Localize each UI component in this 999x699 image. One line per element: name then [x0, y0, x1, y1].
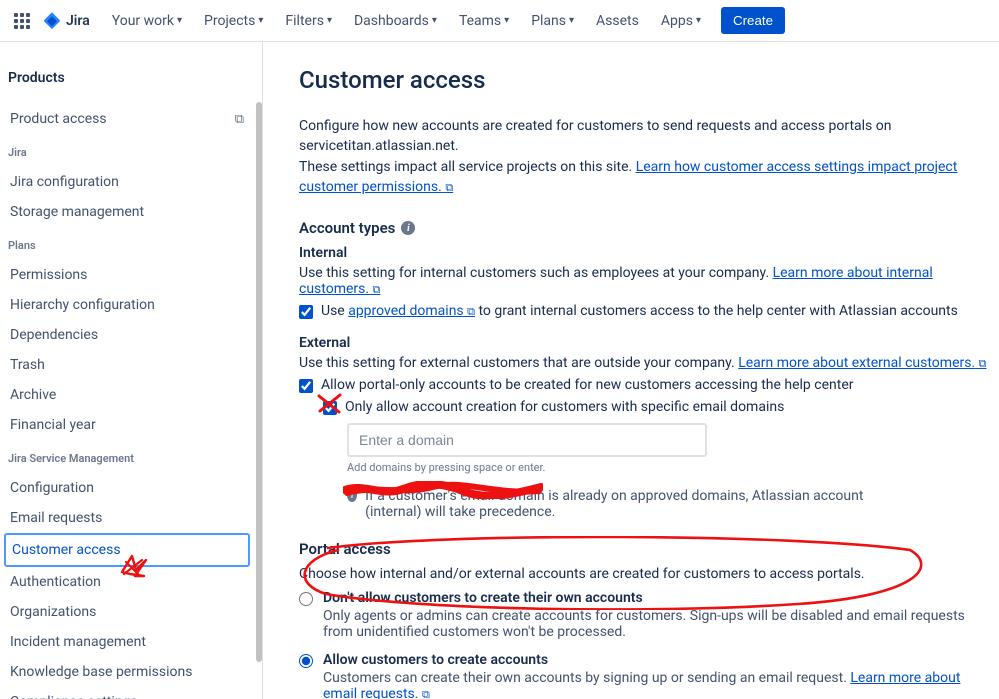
sidebar-item-jira-configuration[interactable]: Jira configuration: [4, 167, 250, 197]
external-link-icon: ⧉: [422, 688, 430, 699]
content: Customer access Configure how new accoun…: [262, 42, 999, 699]
app-switcher-icon[interactable]: [12, 11, 32, 31]
page-title: Customer access: [299, 66, 999, 94]
checkbox-approved-domains[interactable]: Use approved domains ⧉ to grant internal…: [299, 303, 999, 319]
checkbox-specific-domains[interactable]: Only allow account creation for customer…: [323, 399, 999, 415]
nav-filters[interactable]: Filters▾: [277, 5, 340, 37]
domain-input[interactable]: [347, 423, 707, 457]
nav-plans[interactable]: Plans▾: [523, 5, 582, 37]
radio-dont-allow-input[interactable]: [299, 592, 313, 606]
external-description: Use this setting for external customers …: [299, 355, 999, 371]
sidebar-item-email-requests[interactable]: Email requests: [4, 503, 250, 533]
link-external-customers[interactable]: Learn more about external customers. ⧉: [738, 355, 986, 371]
internal-description: Use this setting for internal customers …: [299, 265, 999, 297]
sidebar-item-storage-management[interactable]: Storage management: [4, 197, 250, 227]
sidebar-item-product-access[interactable]: Product access ⧉: [4, 104, 250, 134]
checkbox-allow-portal-only-input[interactable]: [299, 379, 313, 393]
sidebar-item-authentication[interactable]: Authentication: [4, 567, 250, 597]
sidebar: Products Product access ⧉ Jira Jira conf…: [0, 42, 262, 699]
note-precedence: i If a customer's email domain is alread…: [347, 488, 867, 520]
chevron-down-icon: ▾: [177, 15, 182, 26]
checkbox-approved-domains-input[interactable]: [299, 305, 313, 319]
external-link-icon: ⧉: [979, 357, 987, 370]
sidebar-group-plans: Plans: [4, 227, 250, 260]
info-icon[interactable]: i: [401, 221, 415, 235]
jira-logo-text: Jira: [66, 13, 90, 29]
create-button[interactable]: Create: [721, 7, 785, 34]
subhead-external: External: [299, 335, 999, 351]
top-nav: Jira Your work▾ Projects▾ Filters▾ Dashb…: [0, 0, 999, 42]
portal-access-description: Choose how internal and/or external acco…: [299, 566, 999, 582]
info-icon: i: [347, 488, 357, 502]
external-link-icon: ⧉: [373, 283, 381, 296]
sidebar-item-dependencies[interactable]: Dependencies: [4, 320, 250, 350]
sidebar-item-permissions[interactable]: Permissions: [4, 260, 250, 290]
domain-input-helper: Add domains by pressing space or enter.: [347, 461, 999, 474]
nav-teams[interactable]: Teams▾: [451, 5, 517, 37]
sidebar-title: Products: [4, 64, 250, 104]
page-description: Configure how new accounts are created f…: [299, 116, 959, 197]
link-approved-domains[interactable]: approved domains ⧉: [348, 303, 475, 319]
external-link-icon: ⧉: [235, 112, 244, 127]
sidebar-item-organizations[interactable]: Organizations: [4, 597, 250, 627]
external-link-icon: ⧉: [467, 305, 475, 318]
sidebar-group-jsm: Jira Service Management: [4, 440, 250, 473]
nav-dashboards[interactable]: Dashboards▾: [346, 5, 445, 37]
radio-dont-allow[interactable]: Don't allow customers to create their ow…: [299, 590, 999, 640]
nav-apps[interactable]: Apps▾: [653, 5, 709, 37]
jira-logo[interactable]: Jira: [38, 11, 98, 31]
sidebar-item-archive[interactable]: Archive: [4, 380, 250, 410]
radio-allow-input[interactable]: [299, 654, 313, 668]
radio-allow[interactable]: Allow customers to create accounts Custo…: [299, 652, 999, 699]
sidebar-item-compliance-settings[interactable]: Compliance settings: [4, 687, 250, 699]
sidebar-item-customer-access[interactable]: Customer access: [4, 533, 250, 567]
sidebar-item-knowledge-base-permissions[interactable]: Knowledge base permissions: [4, 657, 250, 687]
sidebar-item-trash[interactable]: Trash: [4, 350, 250, 380]
sidebar-item-incident-management[interactable]: Incident management: [4, 627, 250, 657]
section-account-types: Account types i: [299, 219, 999, 237]
chevron-down-icon: ▾: [569, 15, 574, 26]
chevron-down-icon: ▾: [504, 15, 509, 26]
checkbox-specific-domains-input[interactable]: [323, 401, 337, 415]
sidebar-item-configuration[interactable]: Configuration: [4, 473, 250, 503]
subhead-internal: Internal: [299, 245, 999, 261]
external-link-icon: ⧉: [445, 181, 453, 194]
chevron-down-icon: ▾: [258, 15, 263, 26]
nav-your-work[interactable]: Your work▾: [104, 5, 190, 37]
chevron-down-icon: ▾: [432, 15, 437, 26]
section-portal-access: Portal access: [299, 540, 999, 558]
sidebar-item-hierarchy-configuration[interactable]: Hierarchy configuration: [4, 290, 250, 320]
jira-logo-icon: [42, 11, 62, 31]
sidebar-group-jira: Jira: [4, 134, 250, 167]
sidebar-item-financial-year[interactable]: Financial year: [4, 410, 250, 440]
checkbox-allow-portal-only[interactable]: Allow portal-only accounts to be created…: [299, 377, 999, 393]
chevron-down-icon: ▾: [327, 15, 332, 26]
nav-projects[interactable]: Projects▾: [196, 5, 271, 37]
chevron-down-icon: ▾: [696, 15, 701, 26]
nav-assets[interactable]: Assets: [588, 5, 647, 37]
